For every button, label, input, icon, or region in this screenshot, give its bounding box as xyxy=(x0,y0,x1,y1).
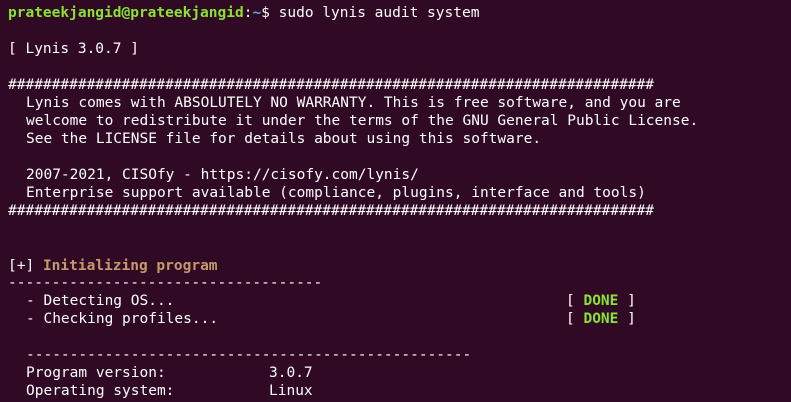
hash-divider-top: ########################################… xyxy=(8,77,655,93)
detail-value: 3.0.7 xyxy=(269,365,313,381)
section-marker: [+] xyxy=(8,258,35,274)
section-heading: [+] Initializing program xyxy=(8,257,218,275)
status-done-badge: DONE xyxy=(583,311,619,327)
warranty-line: See the LICENSE file for details about u… xyxy=(26,131,542,147)
hash-divider-bottom: ########################################… xyxy=(8,203,655,219)
prompt-path: ~ xyxy=(252,5,262,21)
prompt-command: sudo lynis audit system xyxy=(278,5,480,21)
check-status: [ DONE ] xyxy=(566,293,636,309)
check-status: [ DONE ] xyxy=(566,311,636,327)
detail-label: Program version: xyxy=(26,365,166,381)
detail-label: Operating system: xyxy=(26,383,175,399)
section-title: Initializing program xyxy=(42,258,218,274)
check-label: - Detecting OS... xyxy=(26,293,175,309)
prompt-symbol: $ xyxy=(261,5,270,21)
command-prompt-line: prateekjangid@prateekjangid:~$ sudo lyni… xyxy=(8,4,479,22)
support-line: Enterprise support available (compliance… xyxy=(26,185,646,201)
check-label: - Checking profiles... xyxy=(26,311,219,327)
lynis-banner: [ Lynis 3.0.7 ] xyxy=(8,41,139,57)
detail-value: Linux xyxy=(269,383,313,399)
warranty-line: welcome to redistribute it under the ter… xyxy=(26,113,699,129)
status-done-badge: DONE xyxy=(583,293,619,309)
prompt-user-host: prateekjangid@prateekjangid xyxy=(8,5,244,21)
copyright-line: 2007-2021, CISOfy - https://cisofy.com/l… xyxy=(26,167,419,183)
terminal-window[interactable]: prateekjangid@prateekjangid:~$ sudo lyni… xyxy=(0,0,791,402)
warranty-line: Lynis comes with ABSOLUTELY NO WARRANTY.… xyxy=(26,95,681,111)
details-divider: ----------------------------------------… xyxy=(26,347,472,363)
section-underline: ------------------------------------ xyxy=(8,275,323,291)
